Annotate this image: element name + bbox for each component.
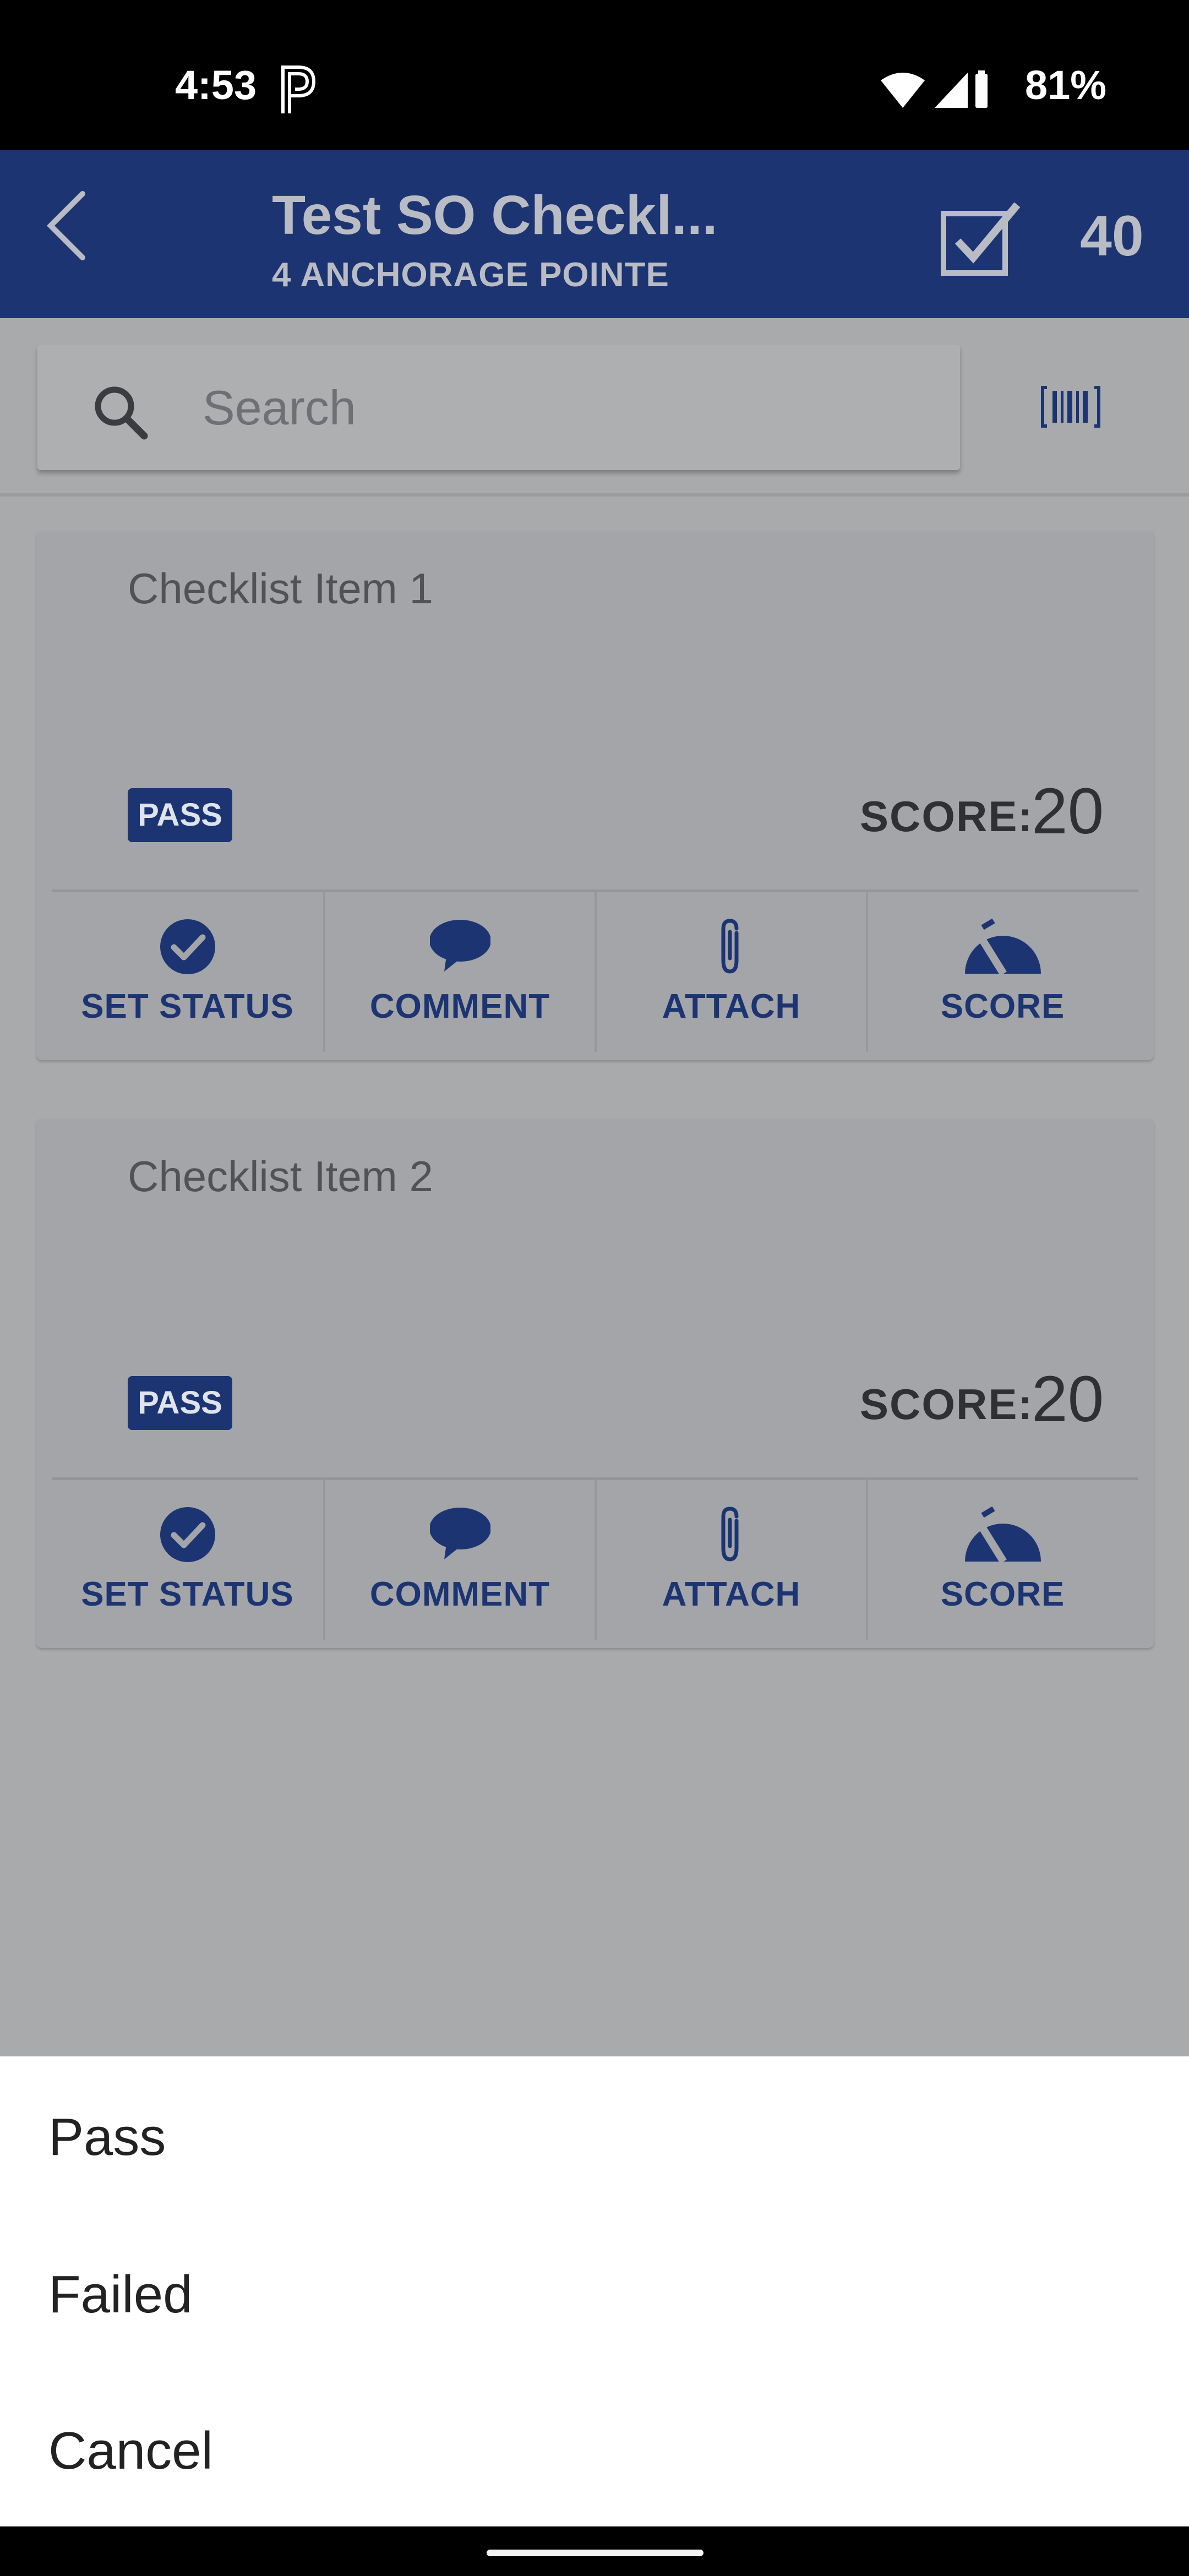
set-status-label: SET STATUS [81, 987, 294, 1025]
checklist-item-title: Checklist Item 2 [128, 1152, 433, 1200]
comment-icon [429, 920, 490, 972]
attach-label: ATTACH [662, 987, 801, 1025]
comment-button[interactable]: COMMENT [323, 1480, 594, 1640]
home-gesture-handle[interactable] [487, 2550, 703, 2556]
comment-label: COMMENT [369, 987, 550, 1025]
attach-button[interactable]: ATTACH [594, 892, 866, 1052]
status-badge: PASS [128, 788, 232, 842]
comment-button[interactable]: COMMENT [323, 892, 594, 1052]
search-icon [95, 386, 148, 440]
page-title: Test SO Checkl... [272, 184, 718, 246]
attach-label: ATTACH [662, 1575, 801, 1613]
set-status-label: SET STATUS [81, 1575, 294, 1613]
gauge-icon [964, 1506, 1041, 1564]
set-status-button[interactable]: SET STATUS [52, 892, 323, 1052]
battery-percent: 81% [1025, 62, 1107, 108]
page-subtitle: 4 ANCHORAGE POINTE [272, 256, 669, 294]
status-time: 4:53 [175, 62, 257, 108]
option-cancel[interactable]: Cancel [48, 2421, 213, 2481]
gauge-icon [964, 918, 1041, 976]
paperclip-icon [721, 919, 738, 974]
navigation-bar [0, 2526, 1189, 2576]
header-divider [0, 493, 1189, 496]
score-button[interactable]: SCORE [866, 1480, 1137, 1640]
search-input[interactable] [203, 378, 918, 438]
status-options-sheet: Pass Failed Cancel [0, 2056, 1189, 2526]
item-count: 40 [1080, 204, 1144, 268]
checklist-card[interactable]: Checklist Item 2 PASS SCORE: 20 SET STAT… [36, 1118, 1154, 1648]
score-action-label: SCORE [940, 1575, 1065, 1613]
check-circle-icon [160, 919, 215, 974]
score-label: SCORE: [860, 792, 1034, 841]
paperclip-icon [721, 1507, 738, 1562]
attach-button[interactable]: ATTACH [594, 1480, 866, 1640]
comment-icon [429, 1508, 490, 1559]
status-badge: PASS [128, 1376, 232, 1430]
score-value: 20 [1032, 775, 1104, 848]
comment-label: COMMENT [369, 1575, 550, 1613]
check-circle-icon [160, 1507, 215, 1562]
score-button[interactable]: SCORE [866, 892, 1137, 1052]
checklist-item-title: Checklist Item 1 [128, 564, 433, 613]
score-value: 20 [1032, 1363, 1104, 1436]
score-action-label: SCORE [940, 987, 1065, 1025]
option-pass[interactable]: Pass [48, 2107, 166, 2168]
barcode-scan-icon[interactable] [1040, 382, 1101, 432]
checkbox-icon[interactable] [939, 200, 1022, 277]
status-bar: 4:53 81% [0, 0, 1189, 150]
score-label: SCORE: [860, 1380, 1034, 1428]
checklist-card[interactable]: Checklist Item 1 PASS SCORE: 20 SET STAT… [36, 531, 1154, 1060]
back-arrow-icon[interactable] [39, 182, 99, 270]
wifi-signal-battery-icons [881, 70, 988, 108]
search-bar [37, 345, 960, 470]
set-status-button[interactable]: SET STATUS [52, 1480, 323, 1640]
ptc-app-icon [281, 66, 316, 113]
option-failed[interactable]: Failed [48, 2264, 192, 2325]
